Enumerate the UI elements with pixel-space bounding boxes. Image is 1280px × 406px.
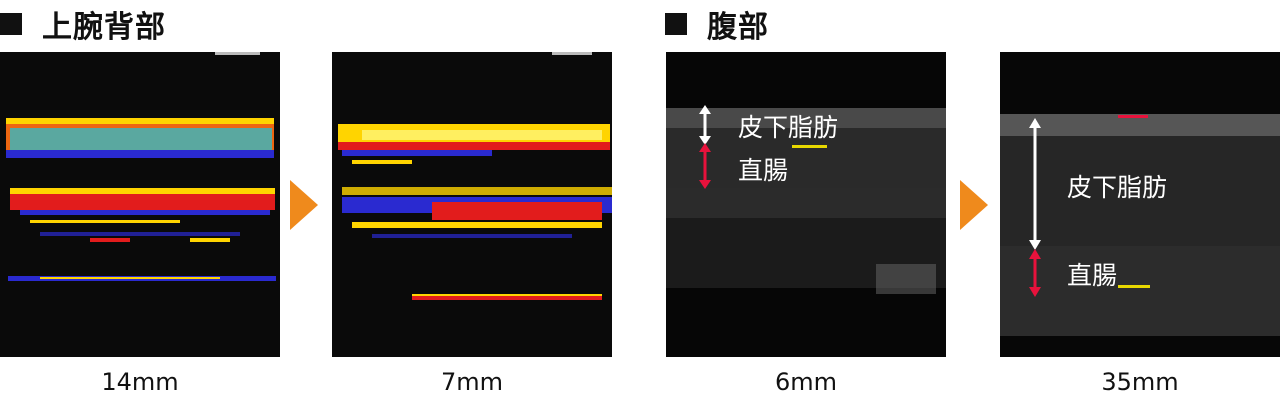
square-bullet-icon — [665, 13, 687, 35]
subcutaneous-fat-label: 皮下脂肪 — [738, 113, 839, 142]
square-bullet-icon — [0, 13, 22, 35]
ultrasound-image-abdomen-after: 皮下脂肪 直腸 — [666, 52, 946, 357]
subcutaneous-fat-label: 皮下脂肪 — [1067, 173, 1168, 202]
thickness-caption: 35mm — [1101, 368, 1179, 396]
rectus-muscle-label: 直腸 — [1067, 261, 1118, 290]
section-header-abdomen: 腹部 — [665, 2, 769, 46]
thickness-caption: 6mm — [774, 368, 838, 396]
ultrasound-image-upper-back-after — [332, 52, 612, 357]
ultrasound-image-abdomen-before: 皮下脂肪 直腸 — [1000, 52, 1280, 357]
thickness-caption: 14mm — [101, 368, 179, 396]
section-header-upper-back: 上腕背部 — [0, 2, 166, 46]
arrow-right-icon — [960, 180, 988, 230]
ultrasound-image-upper-back-before — [0, 52, 280, 357]
rectus-muscle-label: 直腸 — [738, 156, 789, 185]
arrow-right-icon — [290, 180, 318, 230]
thickness-caption: 7mm — [440, 368, 504, 396]
section-title: 腹部 — [707, 10, 769, 45]
section-title: 上腕背部 — [42, 10, 166, 45]
